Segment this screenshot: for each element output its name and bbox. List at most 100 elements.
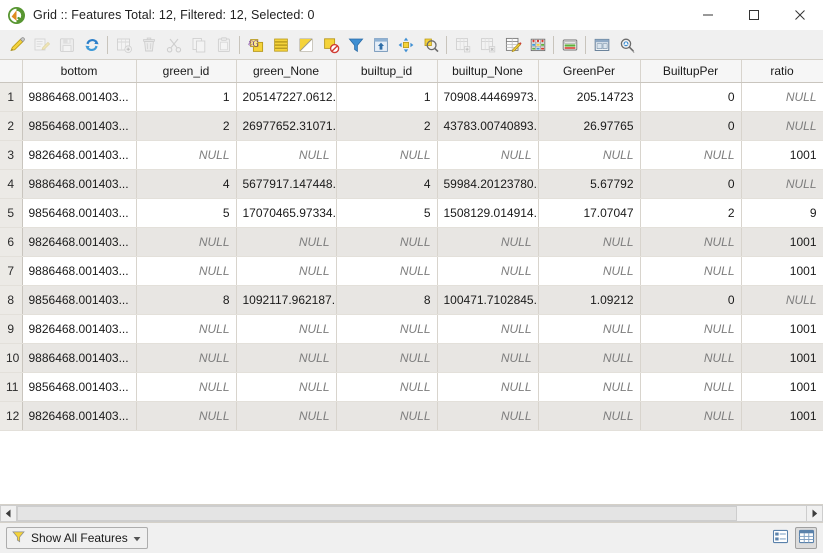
table-row[interactable]: 10 9886468.001403... NULL NULL NULL NULL NULL N… — [0, 343, 823, 373]
cell-BuiltupPer[interactable]: NULL — [640, 314, 742, 344]
cell-bottom[interactable]: 9886468.001403... — [22, 169, 137, 199]
minimize-button[interactable] — [685, 0, 731, 30]
cell-ratio[interactable]: 9 — [741, 198, 823, 228]
cell-ratio[interactable]: 1001 — [741, 140, 823, 170]
cell-builtup_None[interactable]: 43783.00740893... — [437, 111, 539, 141]
cell-GreenPer[interactable]: 5.67792 — [538, 169, 641, 199]
cell-bottom[interactable]: 9856468.001403... — [22, 372, 137, 402]
cell-GreenPer[interactable]: 1.09212 — [538, 285, 641, 315]
cell-green_id[interactable]: NULL — [136, 401, 237, 431]
cell-builtup_None[interactable]: NULL — [437, 140, 539, 170]
cell-BuiltupPer[interactable]: 0 — [640, 111, 742, 141]
cell-builtup_None[interactable]: 59984.20123780... — [437, 169, 539, 199]
select-all-icon[interactable] — [268, 32, 293, 58]
row-number[interactable]: 3 — [0, 140, 23, 170]
conditional-formatting-icon[interactable] — [525, 32, 550, 58]
column-header-bottom[interactable]: bottom — [22, 60, 137, 83]
cell-ratio[interactable]: NULL — [741, 169, 823, 199]
table-row[interactable]: 12 9826468.001403... NULL NULL NULL NULL NULL N… — [0, 401, 823, 431]
table-row[interactable]: 1 9886468.001403... 1 205147227.0612... 1 709… — [0, 82, 823, 112]
cell-builtup_None[interactable]: NULL — [437, 343, 539, 373]
row-number[interactable]: 9 — [0, 314, 23, 344]
cell-green_None[interactable]: NULL — [236, 372, 337, 402]
cell-BuiltupPer[interactable]: 2 — [640, 198, 742, 228]
cell-bottom[interactable]: 9886468.001403... — [22, 256, 137, 286]
cell-BuiltupPer[interactable]: NULL — [640, 372, 742, 402]
form-view-button[interactable] — [769, 527, 791, 549]
cell-bottom[interactable]: 9856468.001403... — [22, 285, 137, 315]
pan-to-selection-icon[interactable] — [393, 32, 418, 58]
scrollbar-thumb[interactable] — [17, 506, 737, 521]
cell-BuiltupPer[interactable]: 0 — [640, 169, 742, 199]
cell-builtup_id[interactable]: NULL — [336, 256, 438, 286]
cell-green_id[interactable]: 8 — [136, 285, 237, 315]
cell-builtup_None[interactable]: 70908.44469973... — [437, 82, 539, 112]
cell-GreenPer[interactable]: 26.97765 — [538, 111, 641, 141]
row-number[interactable]: 4 — [0, 169, 23, 199]
cell-builtup_id[interactable]: NULL — [336, 314, 438, 344]
cell-green_None[interactable]: 5677917.147448... — [236, 169, 337, 199]
cell-builtup_None[interactable]: NULL — [437, 372, 539, 402]
cell-builtup_None[interactable]: NULL — [437, 314, 539, 344]
row-number[interactable]: 7 — [0, 256, 23, 286]
cell-BuiltupPer[interactable]: 0 — [640, 82, 742, 112]
cell-builtup_id[interactable]: 4 — [336, 169, 438, 199]
column-header-GreenPer[interactable]: GreenPer — [538, 60, 641, 83]
row-number[interactable]: 12 — [0, 401, 23, 431]
cell-green_id[interactable]: NULL — [136, 256, 237, 286]
cell-green_id[interactable]: NULL — [136, 140, 237, 170]
cell-builtup_id[interactable]: NULL — [336, 140, 438, 170]
cell-bottom[interactable]: 9826468.001403... — [22, 314, 137, 344]
dock-window-icon[interactable] — [589, 32, 614, 58]
cell-ratio[interactable]: NULL — [741, 111, 823, 141]
cell-bottom[interactable]: 9826468.001403... — [22, 140, 137, 170]
cell-green_None[interactable]: NULL — [236, 343, 337, 373]
table-row[interactable]: 3 9826468.001403... NULL NULL NULL NULL NULL NU… — [0, 140, 823, 170]
cell-BuiltupPer[interactable]: NULL — [640, 256, 742, 286]
cell-builtup_id[interactable]: NULL — [336, 227, 438, 257]
cell-ratio[interactable]: 1001 — [741, 343, 823, 373]
table-row[interactable]: 2 9856468.001403... 2 26977652.31071... 2 437… — [0, 111, 823, 141]
cell-GreenPer[interactable]: 17.07047 — [538, 198, 641, 228]
cell-green_id[interactable]: NULL — [136, 227, 237, 257]
zoom-to-selection-icon[interactable] — [418, 32, 443, 58]
cell-GreenPer[interactable]: NULL — [538, 256, 641, 286]
cell-BuiltupPer[interactable]: NULL — [640, 140, 742, 170]
filter-expression-icon[interactable] — [343, 32, 368, 58]
cell-ratio[interactable]: 1001 — [741, 401, 823, 431]
select-by-expression-icon[interactable]: ε G — [243, 32, 268, 58]
cell-builtup_None[interactable]: 1508129.014914... — [437, 198, 539, 228]
cell-builtup_id[interactable]: NULL — [336, 343, 438, 373]
toggle-editing-icon[interactable] — [4, 32, 29, 58]
cell-green_None[interactable]: 1092117.962187... — [236, 285, 337, 315]
cell-bottom[interactable]: 9826468.001403... — [22, 227, 137, 257]
cell-BuiltupPer[interactable]: NULL — [640, 343, 742, 373]
table-row[interactable]: 9 9826468.001403... NULL NULL NULL NULL NULL NU… — [0, 314, 823, 344]
cell-builtup_id[interactable]: NULL — [336, 372, 438, 402]
cell-green_id[interactable]: NULL — [136, 343, 237, 373]
reload-table-icon[interactable] — [79, 32, 104, 58]
table-row[interactable]: 5 9856468.001403... 5 17070465.97334... 5 150… — [0, 198, 823, 228]
cell-ratio[interactable]: NULL — [741, 285, 823, 315]
cell-builtup_None[interactable]: NULL — [437, 256, 539, 286]
cell-ratio[interactable]: NULL — [741, 82, 823, 112]
column-header-builtup_id[interactable]: builtup_id — [336, 60, 438, 83]
cell-green_None[interactable]: 26977652.31071... — [236, 111, 337, 141]
cell-GreenPer[interactable]: NULL — [538, 314, 641, 344]
cell-BuiltupPer[interactable]: NULL — [640, 227, 742, 257]
table-row[interactable]: 8 9856468.001403... 8 1092117.962187... 8 100… — [0, 285, 823, 315]
cell-GreenPer[interactable]: NULL — [538, 227, 641, 257]
cell-builtup_None[interactable]: NULL — [437, 227, 539, 257]
cell-ratio[interactable]: 1001 — [741, 227, 823, 257]
column-header-BuiltupPer[interactable]: BuiltupPer — [640, 60, 742, 83]
cell-BuiltupPer[interactable]: NULL — [640, 401, 742, 431]
cell-builtup_id[interactable]: 1 — [336, 82, 438, 112]
cell-bottom[interactable]: 9826468.001403... — [22, 401, 137, 431]
table-row[interactable]: 7 9886468.001403... NULL NULL NULL NULL NULL NU… — [0, 256, 823, 286]
cell-builtup_None[interactable]: NULL — [437, 401, 539, 431]
cell-bottom[interactable]: 9856468.001403... — [22, 111, 137, 141]
scroll-right-arrow-icon[interactable] — [806, 505, 823, 522]
maximize-button[interactable] — [731, 0, 777, 30]
scrollbar-track[interactable] — [17, 505, 806, 522]
cell-builtup_None[interactable]: 100471.7102845... — [437, 285, 539, 315]
